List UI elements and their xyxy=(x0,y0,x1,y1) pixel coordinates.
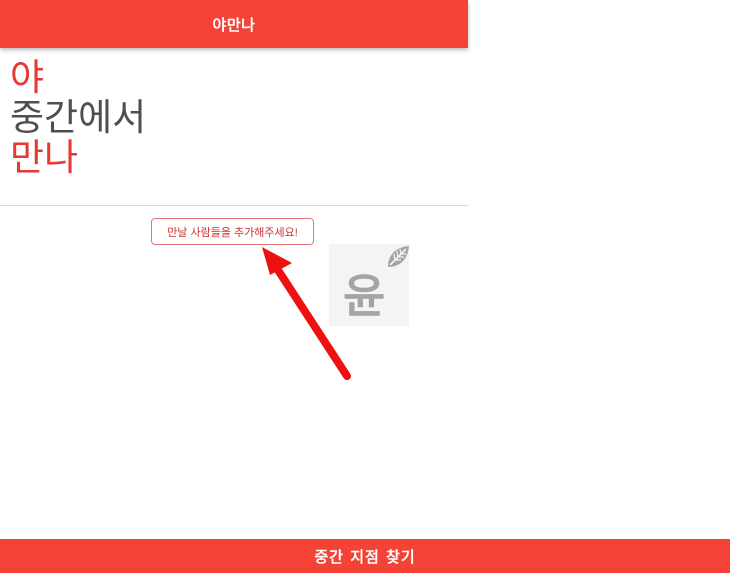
add-people-button[interactable]: 만날 사람들을 추가해주세요! xyxy=(151,218,314,245)
find-midpoint-button[interactable]: 중간 지점 찾기 xyxy=(0,539,730,573)
annotation-arrow-head xyxy=(262,247,292,275)
leaf-icon xyxy=(388,246,409,267)
app-title: 야만나 xyxy=(212,15,256,34)
hero-line-middle: 중간에서 xyxy=(10,96,147,139)
section-divider xyxy=(0,205,468,206)
hero-line-meet: 만나 xyxy=(10,136,79,179)
watermark-logo: 윤 xyxy=(329,244,409,326)
app-header: 야만나 xyxy=(0,0,468,48)
hero-line-ya: 야 xyxy=(10,56,45,99)
page: 야만나 야 중간에서 만나 만날 사람들을 추가해주세요! 윤 중간 지점 찾기 xyxy=(0,0,730,573)
watermark-text: 윤 xyxy=(343,269,386,323)
find-midpoint-label: 중간 지점 찾기 xyxy=(314,547,416,566)
hero-heading: 야 중간에서 만나 xyxy=(10,58,146,178)
